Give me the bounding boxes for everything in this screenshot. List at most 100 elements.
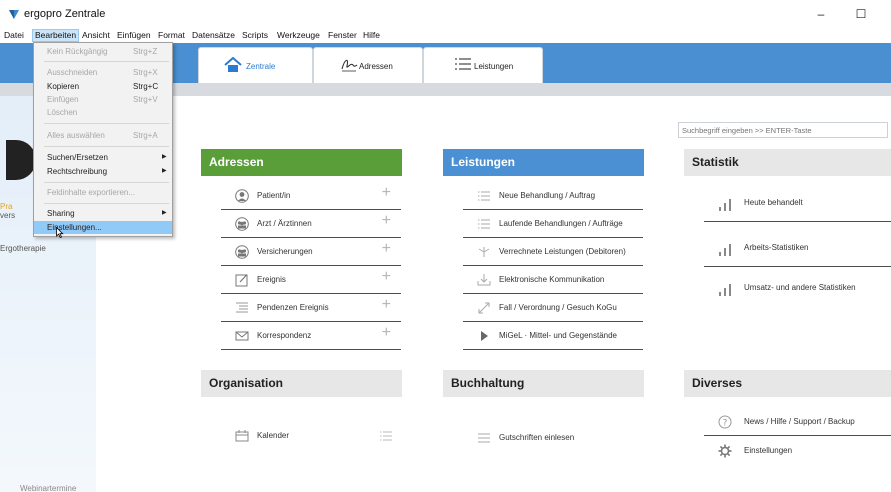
menu-item-settings[interactable]: Einstellungen... — [34, 221, 172, 234]
envelope-icon — [235, 331, 249, 341]
menu-bar: Datei Bearbeiten Ansicht Einfügen Format… — [0, 28, 891, 43]
help-icon: ? — [718, 415, 732, 429]
row-pendenzen[interactable]: Pendenzen Ereignis + — [221, 294, 401, 322]
row-gutschriften[interactable]: Gutschriften einlesen — [463, 424, 643, 452]
row-migel[interactable]: MiGeL · Mittel- und Gegenstände — [463, 322, 643, 350]
section-header-organisation: Organisation — [201, 370, 402, 397]
list-icon — [455, 58, 471, 70]
row-patient[interactable]: Patient/in + — [221, 182, 401, 210]
menu-ansicht[interactable]: Ansicht — [80, 29, 112, 42]
row-umsatz-statistiken[interactable]: Umsatz- und andere Statistiken — [704, 275, 891, 311]
row-label: Heute behandelt — [744, 198, 803, 207]
row-label: Einstellungen — [744, 446, 793, 455]
tab-leistungen-label: Leistungen — [474, 62, 514, 71]
row-laufende-behandlungen[interactable]: Laufende Behandlungen / Aufträge — [463, 210, 643, 238]
menu-item-select-all[interactable]: Alles auswählen Strg+A — [34, 129, 172, 142]
menu-item-sharing[interactable]: Sharing ▶ — [34, 207, 172, 220]
row-versicherungen[interactable]: Versicherungen + — [221, 238, 401, 266]
menu-item-cut[interactable]: Ausschneiden Strg+X — [34, 66, 172, 79]
menu-item-export[interactable]: Feldinhalte exportieren... — [34, 186, 172, 199]
row-label: Korrespondenz — [257, 331, 312, 340]
gear-icon — [718, 444, 732, 458]
add-icon[interactable]: + — [382, 184, 391, 202]
row-label: Arzt / Ärztinnen — [257, 219, 312, 228]
menu-item-spelling[interactable]: Rechtschreibung ▶ — [34, 165, 172, 178]
bar-chart-icon — [719, 244, 731, 256]
section-header-leistungen: Leistungen — [443, 149, 644, 176]
minimize-button[interactable]: – — [806, 2, 836, 26]
menu-datei[interactable]: Datei — [2, 29, 26, 42]
row-label: Versicherungen — [257, 247, 313, 256]
row-ereignis[interactable]: Ereignis + — [221, 266, 401, 294]
tab-adressen-label: Adressen — [359, 62, 393, 71]
sidebar-text-2: vers — [0, 211, 16, 220]
section-header-statistik: Statistik — [684, 149, 891, 176]
row-label: Neue Behandlung / Auftrag — [499, 191, 596, 200]
row-label: Verrechnete Leistungen (Debitoren) — [499, 247, 626, 256]
home-icon — [224, 57, 242, 72]
maximize-button[interactable]: ☐ — [846, 2, 876, 26]
lines-icon — [236, 302, 248, 313]
menu-format[interactable]: Format — [156, 29, 187, 42]
play-icon — [481, 331, 488, 341]
tab-zentrale[interactable]: Zentrale — [198, 47, 313, 83]
sidebar-text-1: Pra — [0, 202, 13, 211]
row-arzt[interactable]: Arzt / Ärztinnen + — [221, 210, 401, 238]
tab-adressen[interactable]: Adressen — [313, 47, 423, 83]
add-icon[interactable]: + — [382, 212, 391, 230]
row-label: Fall / Verordnung / Gesuch KoGu — [499, 303, 617, 312]
search-input[interactable] — [678, 122, 888, 138]
row-label: News / Hilfe / Support / Backup — [744, 417, 855, 426]
add-icon[interactable]: + — [382, 324, 391, 342]
row-label: Gutschriften einlesen — [499, 433, 575, 442]
menu-item-delete[interactable]: Löschen — [34, 106, 172, 119]
group-icon — [235, 245, 249, 259]
row-einstellungen[interactable]: Einstellungen — [704, 437, 891, 465]
row-neue-behandlung[interactable]: Neue Behandlung / Auftrag — [463, 182, 643, 210]
edit-menu-dropdown: Kein Rückgängig Strg+Z Ausschneiden Strg+X… — [33, 42, 173, 238]
section-header-buchhaltung: Buchhaltung — [443, 370, 644, 397]
menu-hilfe[interactable]: Hilfe — [361, 29, 382, 42]
add-icon[interactable]: + — [382, 240, 391, 258]
menu-scripts[interactable]: Scripts — [240, 29, 270, 42]
row-label: Arbeits-Statistiken — [744, 243, 809, 252]
list-icon[interactable] — [379, 429, 393, 443]
list-icon — [478, 191, 490, 201]
app-icon — [9, 10, 19, 19]
row-arbeits-statistiken[interactable]: Arbeits-Statistiken — [704, 231, 891, 267]
menu-datensaetze[interactable]: Datensätze — [190, 29, 237, 42]
lines-icon — [478, 433, 490, 443]
calendar-icon — [235, 430, 249, 442]
sidebar-text-3: Ergotherapie — [0, 244, 46, 253]
row-elektronische-kommunikation[interactable]: Elektronische Kommunikation — [463, 266, 643, 294]
row-verrechnete-leistungen[interactable]: Verrechnete Leistungen (Debitoren) — [463, 238, 643, 266]
row-heute-behandelt[interactable]: Heute behandelt — [704, 186, 891, 222]
sidebar-bottom-link[interactable]: Webinartermine — [20, 484, 76, 492]
row-news-hilfe[interactable]: ? News / Hilfe / Support / Backup — [704, 408, 891, 436]
row-label: Laufende Behandlungen / Aufträge — [499, 219, 623, 228]
tab-zentrale-label: Zentrale — [246, 62, 276, 71]
group-icon — [235, 217, 249, 231]
menu-fenster[interactable]: Fenster — [326, 29, 359, 42]
bar-chart-icon — [719, 284, 731, 296]
menu-werkzeuge[interactable]: Werkzeuge — [275, 29, 322, 42]
menu-item-find-replace[interactable]: Suchen/Ersetzen ▶ — [34, 151, 172, 164]
menu-item-undo[interactable]: Kein Rückgängig Strg+Z — [34, 45, 172, 58]
tab-leistungen[interactable]: Leistungen — [423, 47, 543, 83]
row-label: Pendenzen Ereignis — [257, 303, 329, 312]
section-header-adressen: Adressen — [201, 149, 402, 176]
row-fall-verordnung[interactable]: Fall / Verordnung / Gesuch KoGu — [463, 294, 643, 322]
row-kalender[interactable]: Kalender — [221, 422, 401, 450]
menu-bearbeiten[interactable]: Bearbeiten — [32, 29, 80, 42]
menu-einfuegen[interactable]: Einfügen — [115, 29, 153, 42]
menu-item-copy[interactable]: Kopieren Strg+C — [34, 80, 172, 93]
menu-item-paste[interactable]: Einfügen Strg+V — [34, 93, 172, 106]
window-title: ergopro Zentrale — [24, 8, 106, 20]
row-korrespondenz[interactable]: Korrespondenz + — [221, 322, 401, 350]
add-icon[interactable]: + — [382, 268, 391, 286]
title-bar: ergopro Zentrale – ☐ — [0, 0, 891, 28]
edit-icon — [235, 274, 248, 287]
row-label: Elektronische Kommunikation — [499, 275, 605, 284]
list-icon — [478, 219, 490, 229]
add-icon[interactable]: + — [382, 296, 391, 314]
